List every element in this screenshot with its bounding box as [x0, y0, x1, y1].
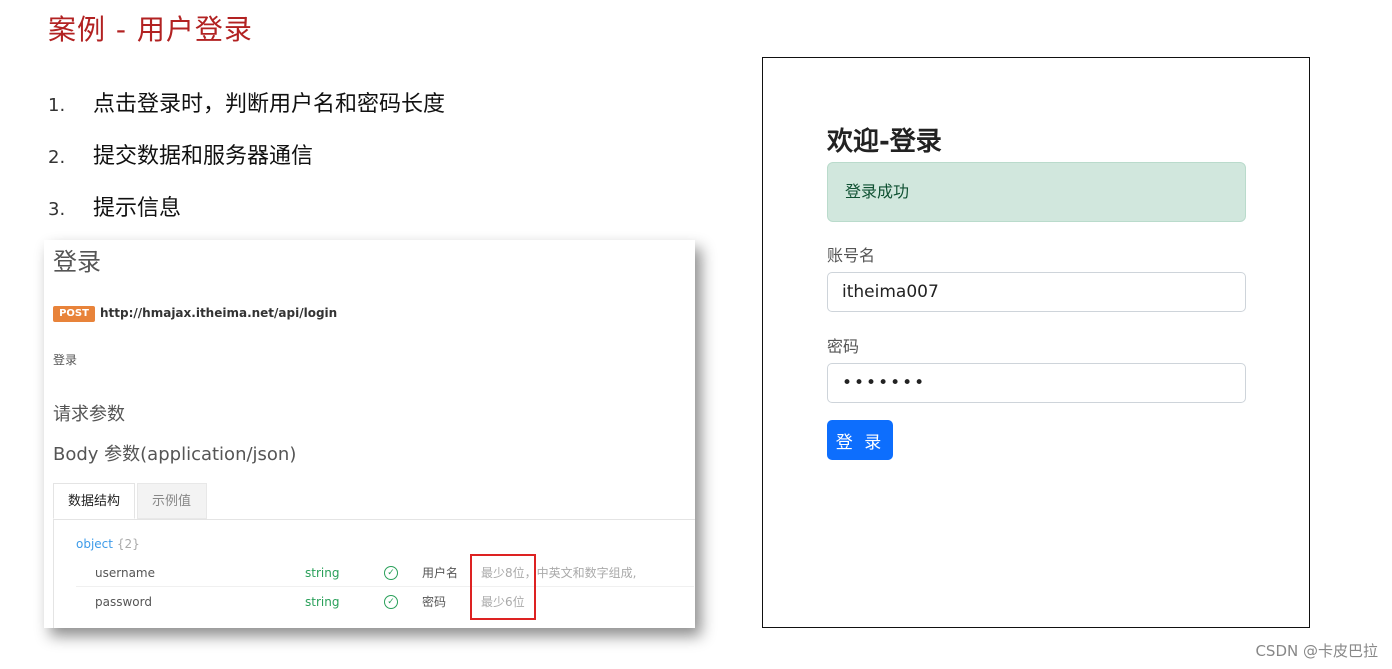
row-divider — [76, 586, 694, 587]
step-2: 2. 提交数据和服务器通信 — [48, 138, 313, 170]
login-button[interactable]: 登 录 — [827, 420, 893, 460]
username-input[interactable] — [827, 272, 1246, 312]
api-description: 登录 — [53, 353, 78, 367]
request-params-heading: 请求参数 — [53, 404, 125, 425]
password-label: 密码 — [827, 337, 860, 356]
field-name: password — [95, 595, 152, 609]
schema-tabs: 数据结构 示例值 — [53, 483, 695, 520]
slide-title: 案例 - 用户登录 — [48, 13, 253, 46]
login-heading: 欢迎-登录 — [827, 127, 942, 157]
object-count: {2} — [116, 537, 140, 551]
success-alert: 登录成功 — [827, 162, 1246, 222]
field-label: 密码 — [422, 595, 447, 609]
login-page-preview: 欢迎-登录 登录成功 账号名 密码 登 录 — [762, 57, 1310, 628]
schema-row-password: password string ✓ 密码 最少6位 — [54, 589, 694, 615]
step-3: 3. 提示信息 — [48, 190, 181, 222]
step-text: 点击登录时，判断用户名和密码长度 — [93, 92, 446, 117]
api-title: 登录 — [53, 248, 101, 276]
tab-example-value[interactable]: 示例值 — [137, 483, 207, 519]
step-1: 1. 点击登录时，判断用户名和密码长度 — [48, 86, 445, 118]
required-check-icon: ✓ — [384, 566, 398, 580]
api-doc-panel: 登录 POST http://hmajax.itheima.net/api/lo… — [44, 240, 695, 628]
step-text: 提示信息 — [93, 196, 182, 221]
step-number: 3. — [48, 199, 66, 220]
field-type: string — [305, 566, 340, 580]
schema-box: object {2} username string ✓ 用户名 最少8位，中英… — [53, 520, 694, 628]
endpoint-url[interactable]: http://hmajax.itheima.net/api/login — [100, 306, 337, 320]
field-name: username — [95, 566, 155, 580]
tab-data-structure[interactable]: 数据结构 — [53, 483, 135, 519]
step-text: 提交数据和服务器通信 — [93, 144, 314, 169]
object-label: object — [76, 537, 113, 551]
step-number: 2. — [48, 147, 66, 168]
watermark: CSDN @卡皮巴拉 — [1255, 642, 1378, 660]
required-check-icon: ✓ — [384, 595, 398, 609]
field-type: string — [305, 595, 340, 609]
username-label: 账号名 — [827, 246, 876, 265]
object-node[interactable]: object {2} — [76, 537, 140, 551]
field-label: 用户名 — [422, 566, 459, 580]
body-params-heading: Body 参数(application/json) — [53, 444, 297, 465]
step-number: 1. — [48, 95, 66, 116]
password-input[interactable] — [827, 363, 1246, 403]
length-rule-highlight — [470, 554, 536, 620]
method-badge: POST — [53, 306, 95, 322]
schema-row-username: username string ✓ 用户名 最少8位，中英文和数字组成, — [54, 560, 694, 586]
